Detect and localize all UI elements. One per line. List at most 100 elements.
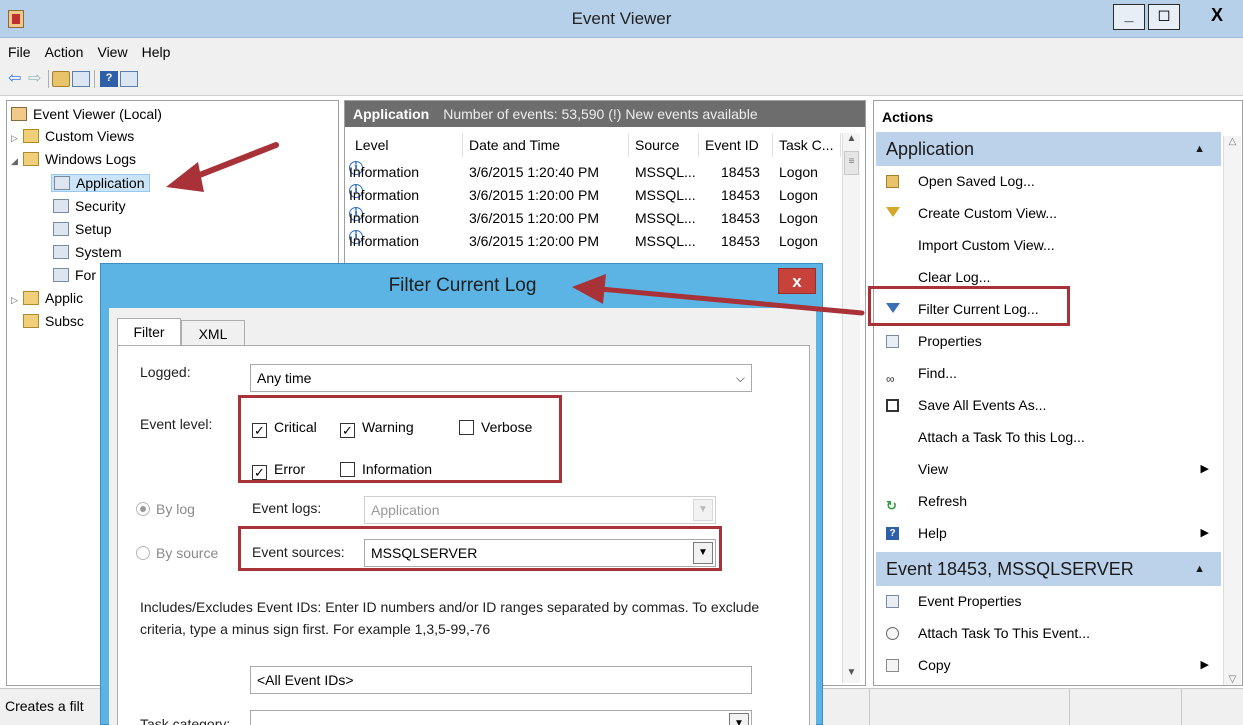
maximize-button[interactable]: ◻ (1148, 4, 1180, 30)
error-checkbox[interactable]: ✓ Error (252, 460, 305, 480)
tree-item-security[interactable]: Security (53, 195, 126, 217)
event-list-scrollbar[interactable]: ▲ ≡ ▼ (842, 133, 860, 683)
action-attach-task-to-event[interactable]: Attach Task To This Event... (876, 618, 1221, 650)
tree-item-setup[interactable]: Setup (53, 218, 112, 240)
action-import-custom-view[interactable]: Import Custom View... (876, 230, 1221, 262)
actions-section-event[interactable]: Event 18453, MSSQLSERVER ▲ (876, 552, 1221, 586)
open-folder-icon (886, 175, 899, 188)
window-title: Event Viewer (571, 9, 672, 28)
by-source-radio[interactable]: By source (136, 544, 218, 564)
action-find[interactable]: ∞ Find... (876, 358, 1221, 390)
filter-icon (886, 303, 900, 313)
log-icon (53, 245, 69, 259)
collapse-arrow-icon[interactable]: ▲ (1194, 132, 1205, 166)
actions-section-application[interactable]: Application ▲ (876, 132, 1221, 166)
by-log-radio[interactable]: By log (136, 500, 195, 520)
tree-item-system[interactable]: System (53, 241, 122, 263)
chevron-down-icon: ▼ (729, 713, 749, 725)
show-hide-tree-icon[interactable] (72, 71, 90, 87)
tree-item-root[interactable]: Event Viewer (Local) (11, 103, 162, 125)
table-row[interactable]: i Information 3/6/2015 1:20:00 PM MSSQL..… (345, 207, 845, 229)
tree-item-applications-services[interactable]: ▷ Applic (11, 287, 83, 309)
tab-xml[interactable]: XML (181, 320, 245, 346)
chevron-down-icon: ▼ (693, 499, 713, 521)
collapse-arrow-icon[interactable]: ▲ (1194, 552, 1205, 586)
scroll-thumb[interactable]: ≡ (844, 151, 859, 175)
binoculars-icon: ∞ (886, 372, 895, 386)
expand-arrow-icon[interactable]: ▷ (11, 127, 23, 149)
event-list-header: Application Number of events: 53,590 (!) … (345, 101, 865, 127)
expand-arrow-icon[interactable]: ▷ (11, 289, 23, 311)
action-filter-current-log[interactable]: Filter Current Log... (876, 294, 1221, 326)
close-button[interactable]: X (1195, 4, 1239, 30)
help-icon[interactable]: ? (100, 71, 118, 87)
action-view[interactable]: View ▶ (876, 454, 1221, 486)
action-create-custom-view[interactable]: Create Custom View... (876, 198, 1221, 230)
action-properties[interactable]: Properties (876, 326, 1221, 358)
event-sources-dropdown[interactable]: MSSQLSERVER ▼ (364, 539, 716, 567)
scroll-down-icon[interactable]: ▽ (1224, 674, 1241, 685)
tree-item-windows-logs[interactable]: ◢ Windows Logs (11, 148, 136, 170)
event-logs-label: Event logs: (252, 500, 322, 516)
toolbar-separator (94, 70, 95, 88)
show-hide-action-pane-icon[interactable] (120, 71, 138, 87)
menu-action[interactable]: Action (37, 38, 90, 60)
tab-filter[interactable]: Filter (117, 318, 181, 346)
scroll-up-icon[interactable]: △ (1224, 136, 1241, 147)
submenu-arrow-icon: ▶ (1200, 659, 1209, 671)
scroll-up-icon[interactable]: ▲ (843, 133, 860, 149)
refresh-icon: ↻ (886, 498, 897, 513)
chevron-down-icon: ⌵ (735, 371, 745, 385)
status-cell (1070, 689, 1182, 725)
filter-tab-panel: Logged: Any time ⌵ Event level: ✓ Critical… (117, 345, 810, 725)
table-row[interactable]: i Information 3/6/2015 1:20:40 PM MSSQL..… (345, 161, 845, 183)
menu-view[interactable]: View (89, 38, 133, 60)
tree-item-custom-views[interactable]: ▷ Custom Views (11, 125, 134, 147)
action-help[interactable]: ? Help ▶ (876, 518, 1221, 550)
information-checkbox[interactable]: Information (340, 460, 432, 480)
column-task-category[interactable]: Task C... (773, 133, 841, 157)
tree-item-application[interactable]: Application (51, 172, 150, 194)
action-event-properties[interactable]: Event Properties (876, 586, 1221, 618)
up-folder-icon[interactable] (52, 71, 70, 87)
table-row[interactable]: i Information 3/6/2015 1:20:00 PM MSSQL..… (345, 184, 845, 206)
copy-icon (886, 659, 899, 672)
critical-checkbox[interactable]: ✓ Critical (252, 418, 317, 438)
menu-file[interactable]: File (0, 38, 37, 60)
table-row[interactable]: i Information 3/6/2015 1:20:00 PM MSSQL..… (345, 230, 845, 252)
warning-checkbox[interactable]: ✓ Warning (340, 418, 414, 438)
action-refresh[interactable]: ↻ Refresh (876, 486, 1221, 518)
action-open-saved-log[interactable]: Open Saved Log... (876, 166, 1221, 198)
back-arrow-icon[interactable]: ⇦ (8, 71, 26, 87)
action-attach-task-to-log[interactable]: Attach a Task To this Log... (876, 422, 1221, 454)
verbose-checkbox[interactable]: Verbose (459, 418, 532, 438)
column-source[interactable]: Source (629, 133, 699, 157)
action-save-all-events[interactable]: Save All Events As... (876, 390, 1221, 422)
collapse-arrow-icon[interactable]: ◢ (11, 150, 23, 172)
log-icon (53, 222, 69, 236)
dialog-title: Filter Current Log (388, 275, 537, 296)
task-category-dropdown[interactable]: ▼ (250, 710, 752, 725)
menu-help[interactable]: Help (134, 38, 177, 60)
submenu-arrow-icon: ▶ (1200, 527, 1209, 539)
scroll-down-icon[interactable]: ▼ (843, 667, 860, 683)
tree-item-forwarded-events[interactable]: For (53, 264, 96, 286)
column-event-id[interactable]: Event ID (699, 133, 773, 157)
status-cell (870, 689, 1070, 725)
event-logs-dropdown[interactable]: Application ▼ (364, 496, 716, 524)
event-ids-input[interactable]: <All Event IDs> (250, 666, 752, 694)
column-level[interactable]: Level (349, 133, 463, 157)
filter-current-log-dialog: Filter Current Log x Filter XML Logged: … (100, 263, 823, 725)
minimize-button[interactable]: _ (1113, 4, 1145, 30)
action-clear-log[interactable]: Clear Log... (876, 262, 1221, 294)
event-viewer-icon (11, 107, 27, 121)
tree-item-subscriptions[interactable]: Subsc (23, 310, 84, 332)
properties-icon (886, 335, 899, 348)
log-icon (54, 176, 70, 190)
action-copy[interactable]: Copy ▶ (876, 650, 1221, 682)
actions-scrollbar[interactable]: △ ▽ (1223, 136, 1241, 685)
dialog-close-button[interactable]: x (778, 268, 816, 294)
logged-dropdown[interactable]: Any time ⌵ (250, 364, 752, 392)
forward-arrow-icon[interactable]: ⇨ (28, 71, 46, 87)
column-date-time[interactable]: Date and Time (463, 133, 629, 157)
